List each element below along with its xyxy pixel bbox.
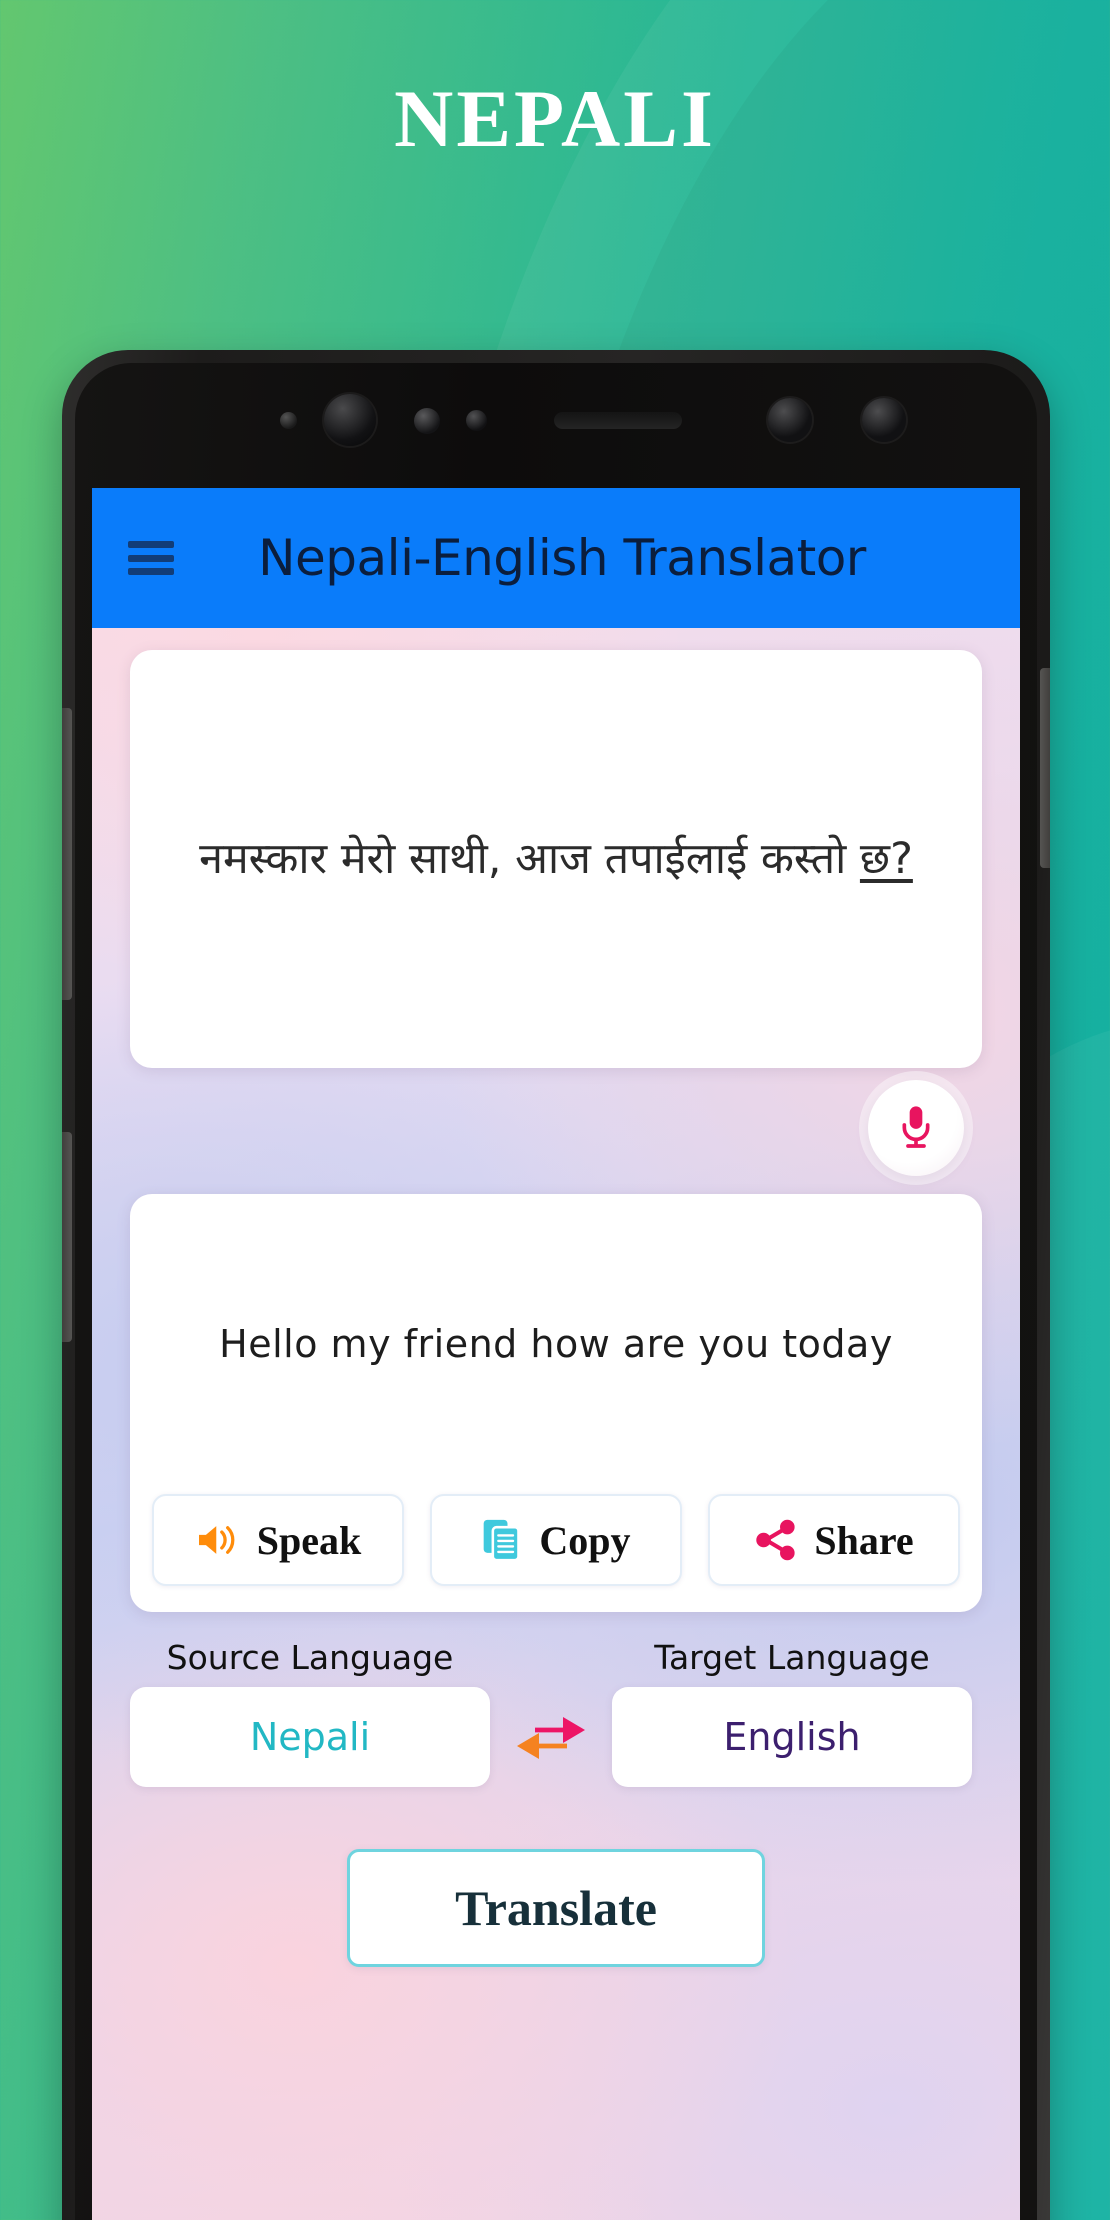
target-language-label: Target Language: [654, 1638, 930, 1677]
volume-up-button[interactable]: [62, 708, 72, 1000]
phone-screen: Nepali-English Translator नमस्कार मेरो स…: [92, 488, 1020, 2220]
share-button[interactable]: Share: [708, 1494, 960, 1586]
share-label: Share: [814, 1517, 914, 1563]
copy-button[interactable]: Copy: [430, 1494, 682, 1586]
translate-button[interactable]: Translate: [347, 1849, 765, 1967]
app-title: Nepali-English Translator: [258, 529, 866, 587]
tertiary-camera-icon: [862, 398, 906, 442]
translation-text-wrap: Hello my friend how are you today: [152, 1194, 960, 1494]
earpiece-speaker: [554, 412, 682, 429]
source-text: नमस्कार मेरो साथी, आज तपाईलाई कस्तो छ?: [199, 830, 913, 888]
swap-arrows-icon: [517, 1717, 585, 1759]
phone-top-bezel: [62, 350, 1050, 488]
iris-sensor-icon: [466, 410, 487, 431]
proximity-sensor-icon: [414, 408, 440, 434]
copy-label: Copy: [539, 1517, 631, 1563]
translation-text: Hello my friend how are you today: [219, 1322, 893, 1366]
phone-mockup: Nepali-English Translator नमस्कार मेरो स…: [62, 350, 1050, 2220]
speak-label: Speak: [256, 1517, 362, 1563]
label-gap: [490, 1638, 612, 1677]
speaker-icon: [198, 1526, 235, 1554]
translation-card: Hello my friend how are you today Speak: [130, 1194, 982, 1612]
source-language-value: Nepali: [249, 1715, 371, 1759]
power-button[interactable]: [1040, 668, 1050, 868]
source-text-card[interactable]: नमस्कार मेरो साथी, आज तपाईलाई कस्तो छ?: [130, 650, 982, 1068]
action-buttons-row: Speak Copy Share: [152, 1494, 960, 1586]
target-language-select[interactable]: English: [612, 1687, 972, 1787]
swap-languages-button[interactable]: [490, 1707, 612, 1767]
microphone-icon: [902, 1106, 930, 1148]
language-selector-row: Nepali English: [130, 1687, 982, 1787]
page-title: NEPALI: [394, 73, 716, 164]
target-language-value: English: [723, 1715, 861, 1759]
translate-button-wrap: Translate: [92, 1849, 1020, 1967]
app-bar: Nepali-English Translator: [92, 488, 1020, 628]
source-language-select[interactable]: Nepali: [130, 1687, 490, 1787]
voice-input-button[interactable]: [868, 1080, 964, 1176]
source-language-label: Source Language: [166, 1638, 454, 1677]
copy-icon: [484, 1519, 521, 1562]
mic-row: [92, 1068, 1020, 1194]
secondary-camera-icon: [768, 398, 812, 442]
source-text-main: नमस्कार मेरो साथी, आज तपाईलाई कस्तो: [199, 833, 860, 884]
speak-button[interactable]: Speak: [152, 1494, 404, 1586]
language-labels-row: Source Language Target Language: [130, 1638, 982, 1677]
volume-down-button[interactable]: [62, 1132, 72, 1342]
share-icon: [756, 1519, 795, 1561]
hamburger-menu-icon[interactable]: [128, 541, 174, 575]
front-camera-icon: [324, 394, 376, 446]
source-text-misspelled: छ?: [859, 833, 913, 884]
light-sensor-icon: [280, 412, 297, 429]
